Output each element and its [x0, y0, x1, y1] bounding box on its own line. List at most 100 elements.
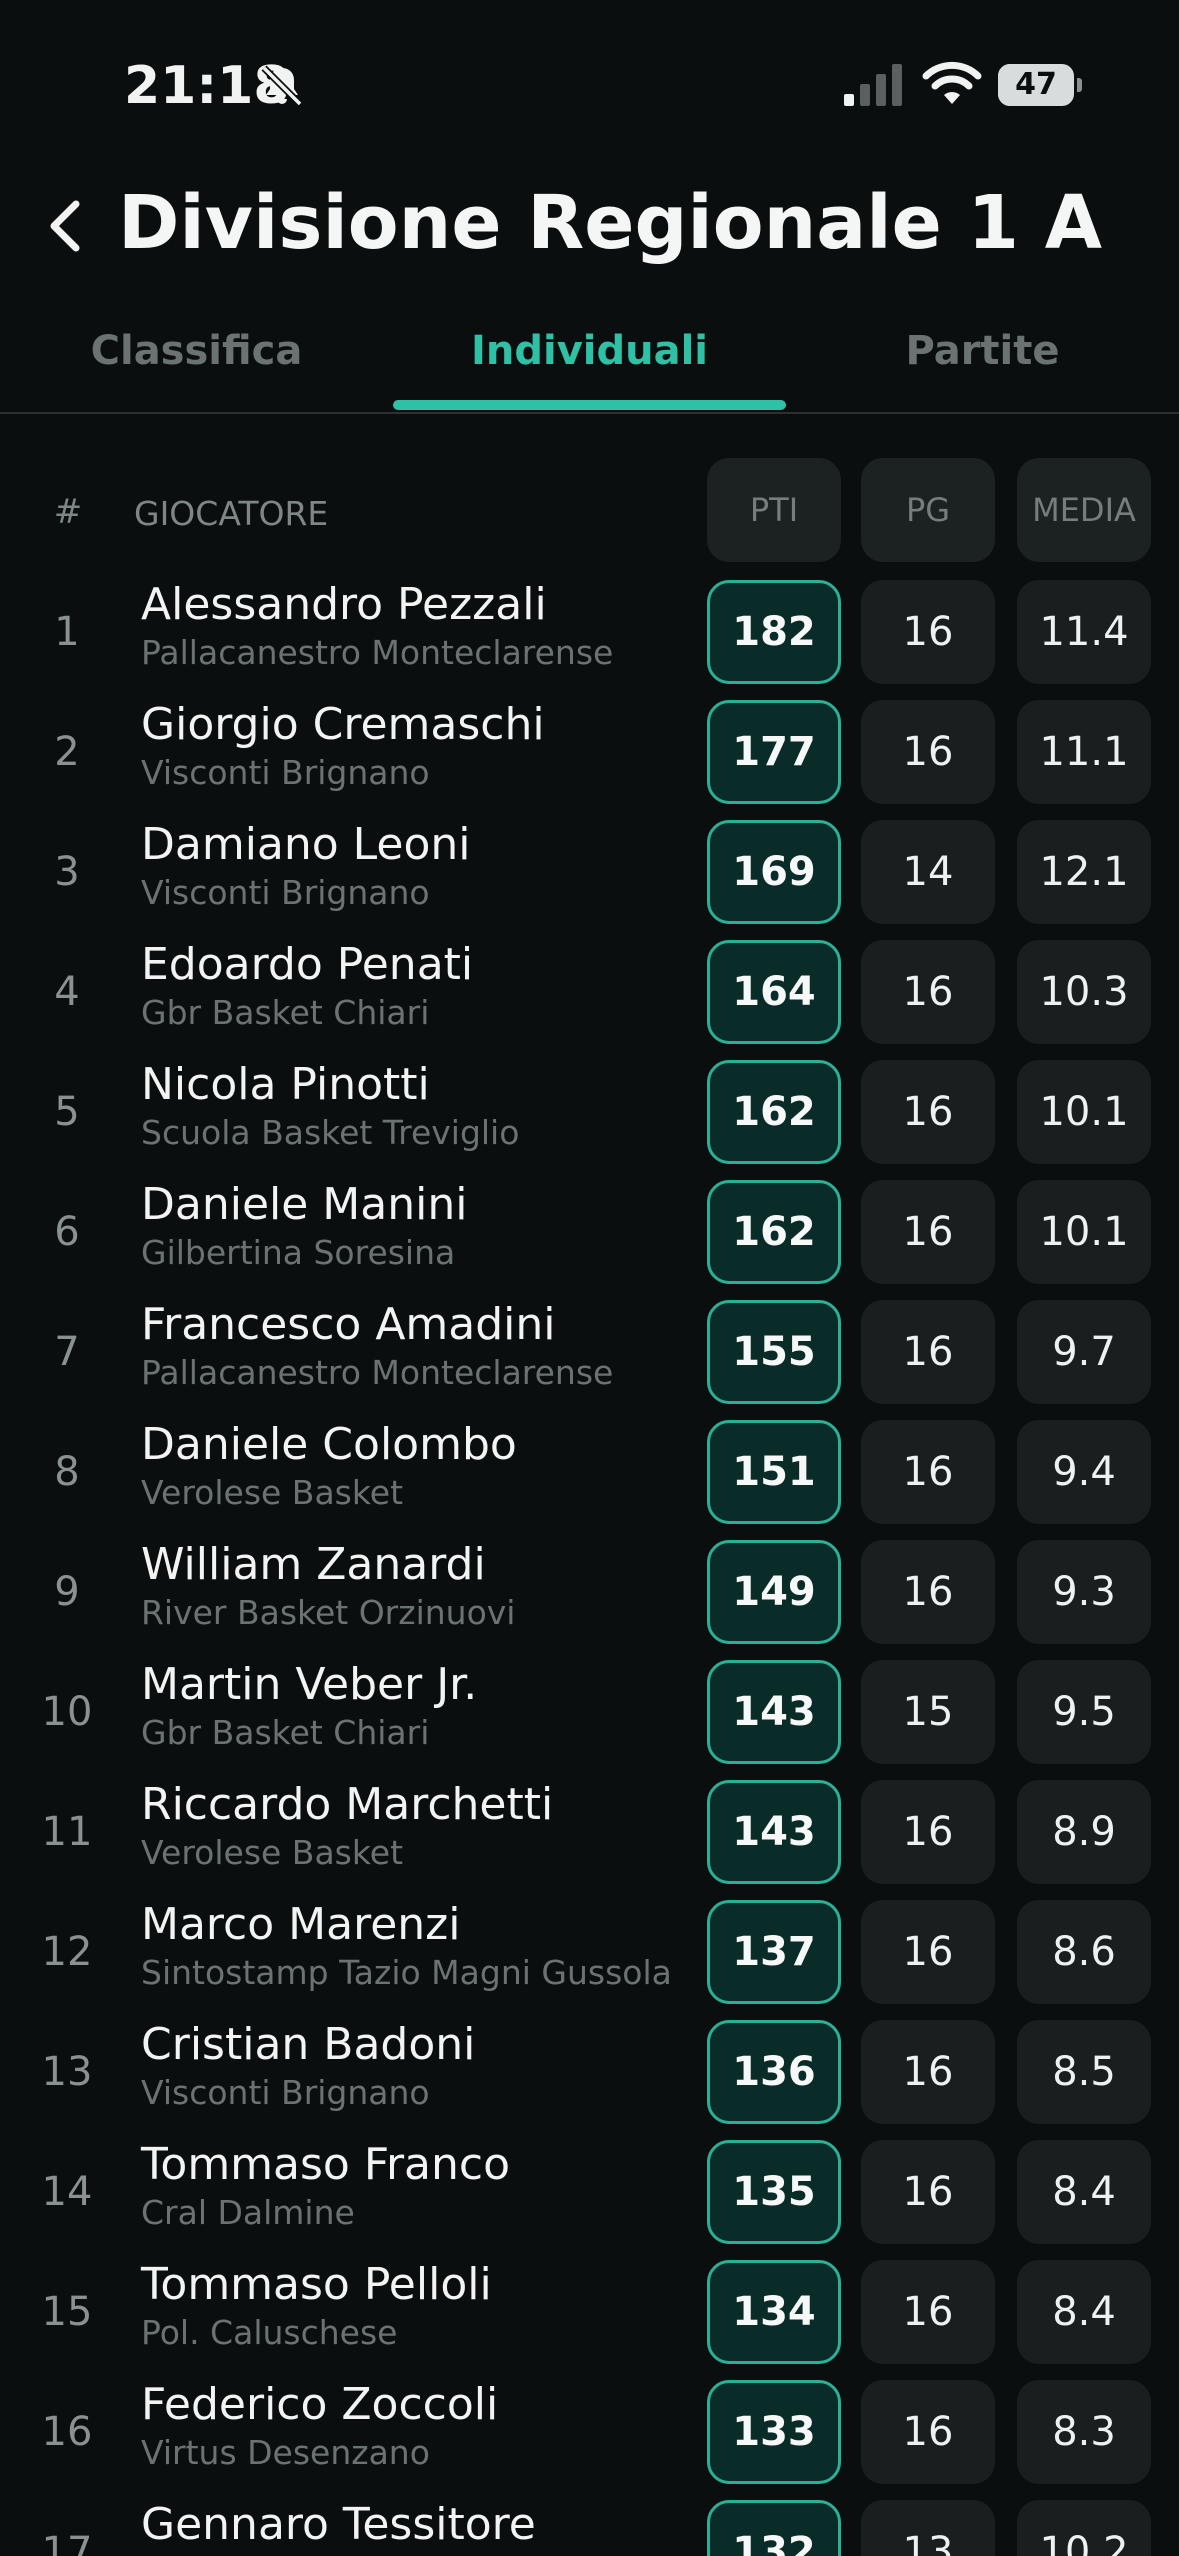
player-name: Gennaro Tessitore: [141, 2499, 536, 2550]
player-average: 8.9: [1017, 1780, 1151, 1884]
player-games: 16: [861, 1180, 995, 1284]
player-points: 164: [707, 940, 841, 1044]
tab-classifica[interactable]: Classifica: [0, 328, 393, 374]
player-rank: 12: [41, 1929, 93, 1975]
player-rank: 4: [54, 969, 80, 1015]
player-row[interactable]: 3 Damiano Leoni Visconti Brignano 169 14 12.1: [0, 812, 1179, 932]
bell-off-icon: [261, 65, 303, 107]
player-team: Verolese Basket: [141, 1473, 404, 1512]
player-average: 9.3: [1017, 1540, 1151, 1644]
player-row[interactable]: 14 Tommaso Franco Cral Dalmine 135 16 8.4: [0, 2132, 1179, 2252]
player-points: 132: [707, 2500, 841, 2556]
player-team: Gbr Basket Chiari: [141, 993, 430, 1032]
player-team: Visconti Brignano: [141, 2073, 430, 2112]
player-games: 16: [861, 580, 995, 684]
player-row[interactable]: 2 Giorgio Cremaschi Visconti Brignano 177 16…: [0, 692, 1179, 812]
player-name: Federico Zoccoli: [141, 2379, 499, 2430]
player-points: 155: [707, 1300, 841, 1404]
player-row[interactable]: 9 William Zanardi River Basket Orzinuovi 14…: [0, 1532, 1179, 1652]
player-rank: 1: [54, 609, 80, 655]
tab-partite[interactable]: Partite: [786, 328, 1179, 374]
player-points: 162: [707, 1180, 841, 1284]
player-average: 10.2: [1017, 2500, 1151, 2556]
player-name: Edoardo Penati: [141, 939, 474, 990]
player-average: 11.1: [1017, 700, 1151, 804]
wifi-icon: [922, 61, 982, 104]
player-team: Pallacanestro Monteclarense: [141, 633, 614, 672]
player-games: 16: [861, 700, 995, 804]
player-games: 16: [861, 1060, 995, 1164]
player-team: Sintostamp Tazio Magni Gussola: [141, 1953, 672, 1992]
player-info: Nicola Pinotti Scuola Basket Treviglio: [141, 1058, 701, 1154]
player-name: Martin Veber Jr.: [141, 1659, 478, 1710]
header: Divisione Regionale 1 A: [0, 170, 1179, 280]
player-average: 12.1: [1017, 820, 1151, 924]
player-row[interactable]: 16 Federico Zoccoli Virtus Desenzano 133 16 8…: [0, 2372, 1179, 2492]
player-row[interactable]: 11 Riccardo Marchetti Verolese Basket 143 16…: [0, 1772, 1179, 1892]
player-info: Federico Zoccoli Virtus Desenzano: [141, 2378, 701, 2474]
player-games: 16: [861, 940, 995, 1044]
player-average: 10.3: [1017, 940, 1151, 1044]
player-average: 8.5: [1017, 2020, 1151, 2124]
player-rank: 5: [54, 1089, 80, 1135]
player-info: Francesco Amadini Pallacanestro Monteclar…: [141, 1298, 701, 1394]
player-row[interactable]: 17 Gennaro Tessitore 132 13 10.2: [0, 2492, 1179, 2556]
player-points: 137: [707, 1900, 841, 2004]
player-row[interactable]: 7 Francesco Amadini Pallacanestro Montecla…: [0, 1292, 1179, 1412]
battery-body: 47: [998, 64, 1074, 106]
player-row[interactable]: 12 Marco Marenzi Sintostamp Tazio Magni Gu…: [0, 1892, 1179, 2012]
player-row[interactable]: 5 Nicola Pinotti Scuola Basket Treviglio 16…: [0, 1052, 1179, 1172]
player-games: 15: [861, 1660, 995, 1764]
player-games: 16: [861, 2380, 995, 2484]
player-name: Riccardo Marchetti: [141, 1779, 554, 1830]
status-bar: 21:18 47: [0, 0, 1179, 170]
player-rank: 6: [54, 1209, 80, 1255]
column-header-media[interactable]: MEDIA: [1017, 458, 1151, 562]
player-team: Visconti Brignano: [141, 873, 430, 912]
battery-level-text: 47: [1015, 67, 1057, 102]
cellular-signal-icon: [844, 64, 902, 106]
player-name: Tommaso Pelloli: [141, 2259, 492, 2310]
player-points: 134: [707, 2260, 841, 2364]
player-games: 16: [861, 1300, 995, 1404]
player-games: 13: [861, 2500, 995, 2556]
player-games: 16: [861, 1900, 995, 2004]
player-name: Daniele Colombo: [141, 1419, 517, 1470]
player-row[interactable]: 10 Martin Veber Jr. Gbr Basket Chiari 143 15…: [0, 1652, 1179, 1772]
player-info: Daniele Colombo Verolese Basket: [141, 1418, 701, 1514]
player-team: Cral Dalmine: [141, 2193, 355, 2232]
player-team: Visconti Brignano: [141, 753, 430, 792]
player-name: Cristian Badoni: [141, 2019, 476, 2070]
player-points: 149: [707, 1540, 841, 1644]
player-team: Gbr Basket Chiari: [141, 1713, 430, 1752]
player-name: Alessandro Pezzali: [141, 579, 547, 630]
player-name: Daniele Manini: [141, 1179, 468, 1230]
column-header-pti[interactable]: PTI: [707, 458, 841, 562]
chevron-left-icon[interactable]: [40, 186, 92, 266]
player-info: Tommaso Franco Cral Dalmine: [141, 2138, 701, 2234]
player-rank: 15: [41, 2289, 93, 2335]
player-games: 16: [861, 1540, 995, 1644]
player-row[interactable]: 1 Alessandro Pezzali Pallacanestro Montecl…: [0, 572, 1179, 692]
screen: 21:18 47 Divisione Regionale 1 A Classif…: [0, 0, 1179, 2556]
player-row[interactable]: 4 Edoardo Penati Gbr Basket Chiari 164 16 10.…: [0, 932, 1179, 1052]
player-team: Virtus Desenzano: [141, 2433, 430, 2472]
player-average: 10.1: [1017, 1180, 1151, 1284]
player-games: 16: [861, 1780, 995, 1884]
player-average: 9.7: [1017, 1300, 1151, 1404]
player-info: Edoardo Penati Gbr Basket Chiari: [141, 938, 701, 1034]
player-rank: 10: [41, 1689, 93, 1735]
column-header-pg[interactable]: PG: [861, 458, 995, 562]
player-row[interactable]: 13 Cristian Badoni Visconti Brignano 136 16 8…: [0, 2012, 1179, 2132]
player-points: 169: [707, 820, 841, 924]
player-row[interactable]: 6 Daniele Manini Gilbertina Soresina 162 16 1…: [0, 1172, 1179, 1292]
player-rank: 8: [54, 1449, 80, 1495]
player-row[interactable]: 15 Tommaso Pelloli Pol. Caluschese 134 16 8.4: [0, 2252, 1179, 2372]
player-rank: 2: [54, 729, 80, 775]
player-team: River Basket Orzinuovi: [141, 1593, 516, 1632]
player-name: Nicola Pinotti: [141, 1059, 430, 1110]
tab-individuali[interactable]: Individuali: [393, 328, 786, 374]
player-row[interactable]: 8 Daniele Colombo Verolese Basket 151 16 9.4: [0, 1412, 1179, 1532]
tab-bar: Classifica Individuali Partite: [0, 300, 1179, 414]
player-games: 16: [861, 1420, 995, 1524]
